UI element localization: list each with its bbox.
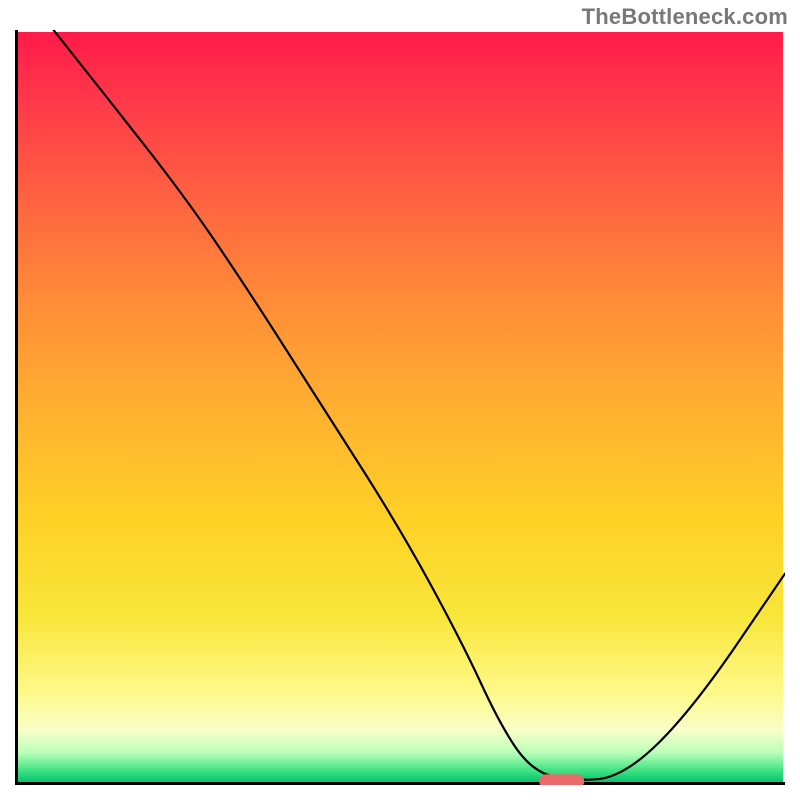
watermark-text: TheBottleneck.com [582,4,788,30]
plot-area [15,30,785,785]
bottleneck-chart: TheBottleneck.com [0,0,800,800]
gradient-background [17,32,783,783]
